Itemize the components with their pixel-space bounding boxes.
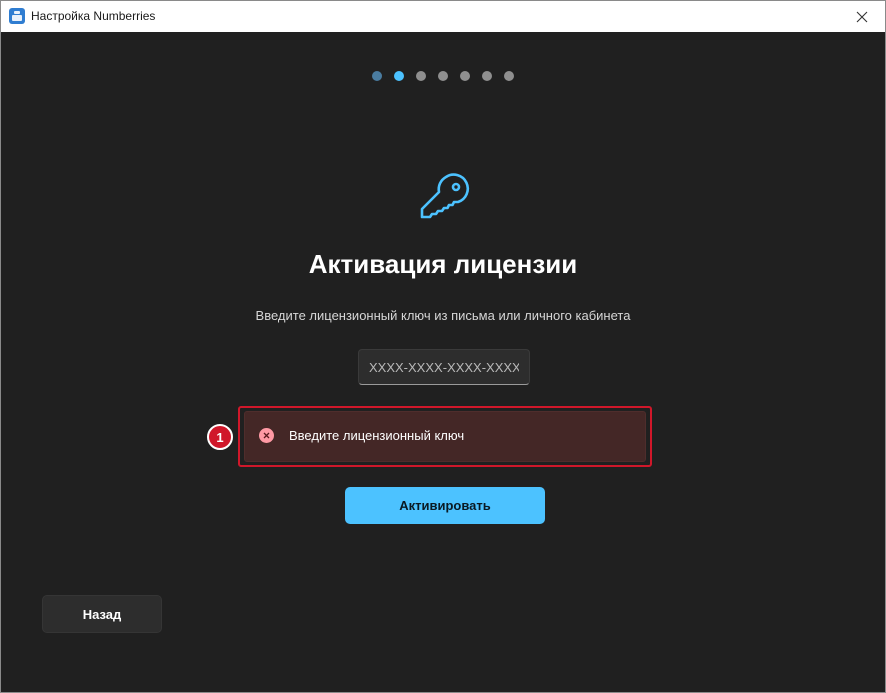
back-button[interactable]: Назад xyxy=(42,595,162,633)
license-key-input[interactable] xyxy=(358,349,530,385)
key-icon xyxy=(420,173,470,219)
error-message: Введите лицензионный ключ xyxy=(289,428,465,443)
step-dot-6 xyxy=(482,71,492,81)
step-dot-2 xyxy=(394,71,404,81)
page-title: Активация лицензии xyxy=(308,249,578,279)
app-icon xyxy=(9,8,25,24)
activate-button[interactable]: Активировать xyxy=(345,487,545,524)
annotation-badge: 1 xyxy=(207,424,233,450)
step-dot-1 xyxy=(372,71,382,81)
page-subtitle: Введите лицензионный ключ из письма или … xyxy=(255,308,631,323)
step-indicator xyxy=(372,71,514,81)
setup-window: Настройка Numberries Активация лицензии … xyxy=(0,0,886,693)
window-title: Настройка Numberries xyxy=(31,9,156,23)
error-icon xyxy=(259,428,274,443)
close-button[interactable] xyxy=(839,1,885,32)
step-dot-4 xyxy=(438,71,448,81)
step-dot-7 xyxy=(504,71,514,81)
title-bar[interactable]: Настройка Numberries xyxy=(1,1,885,32)
close-icon xyxy=(856,11,868,22)
step-dot-3 xyxy=(416,71,426,81)
step-dot-5 xyxy=(460,71,470,81)
